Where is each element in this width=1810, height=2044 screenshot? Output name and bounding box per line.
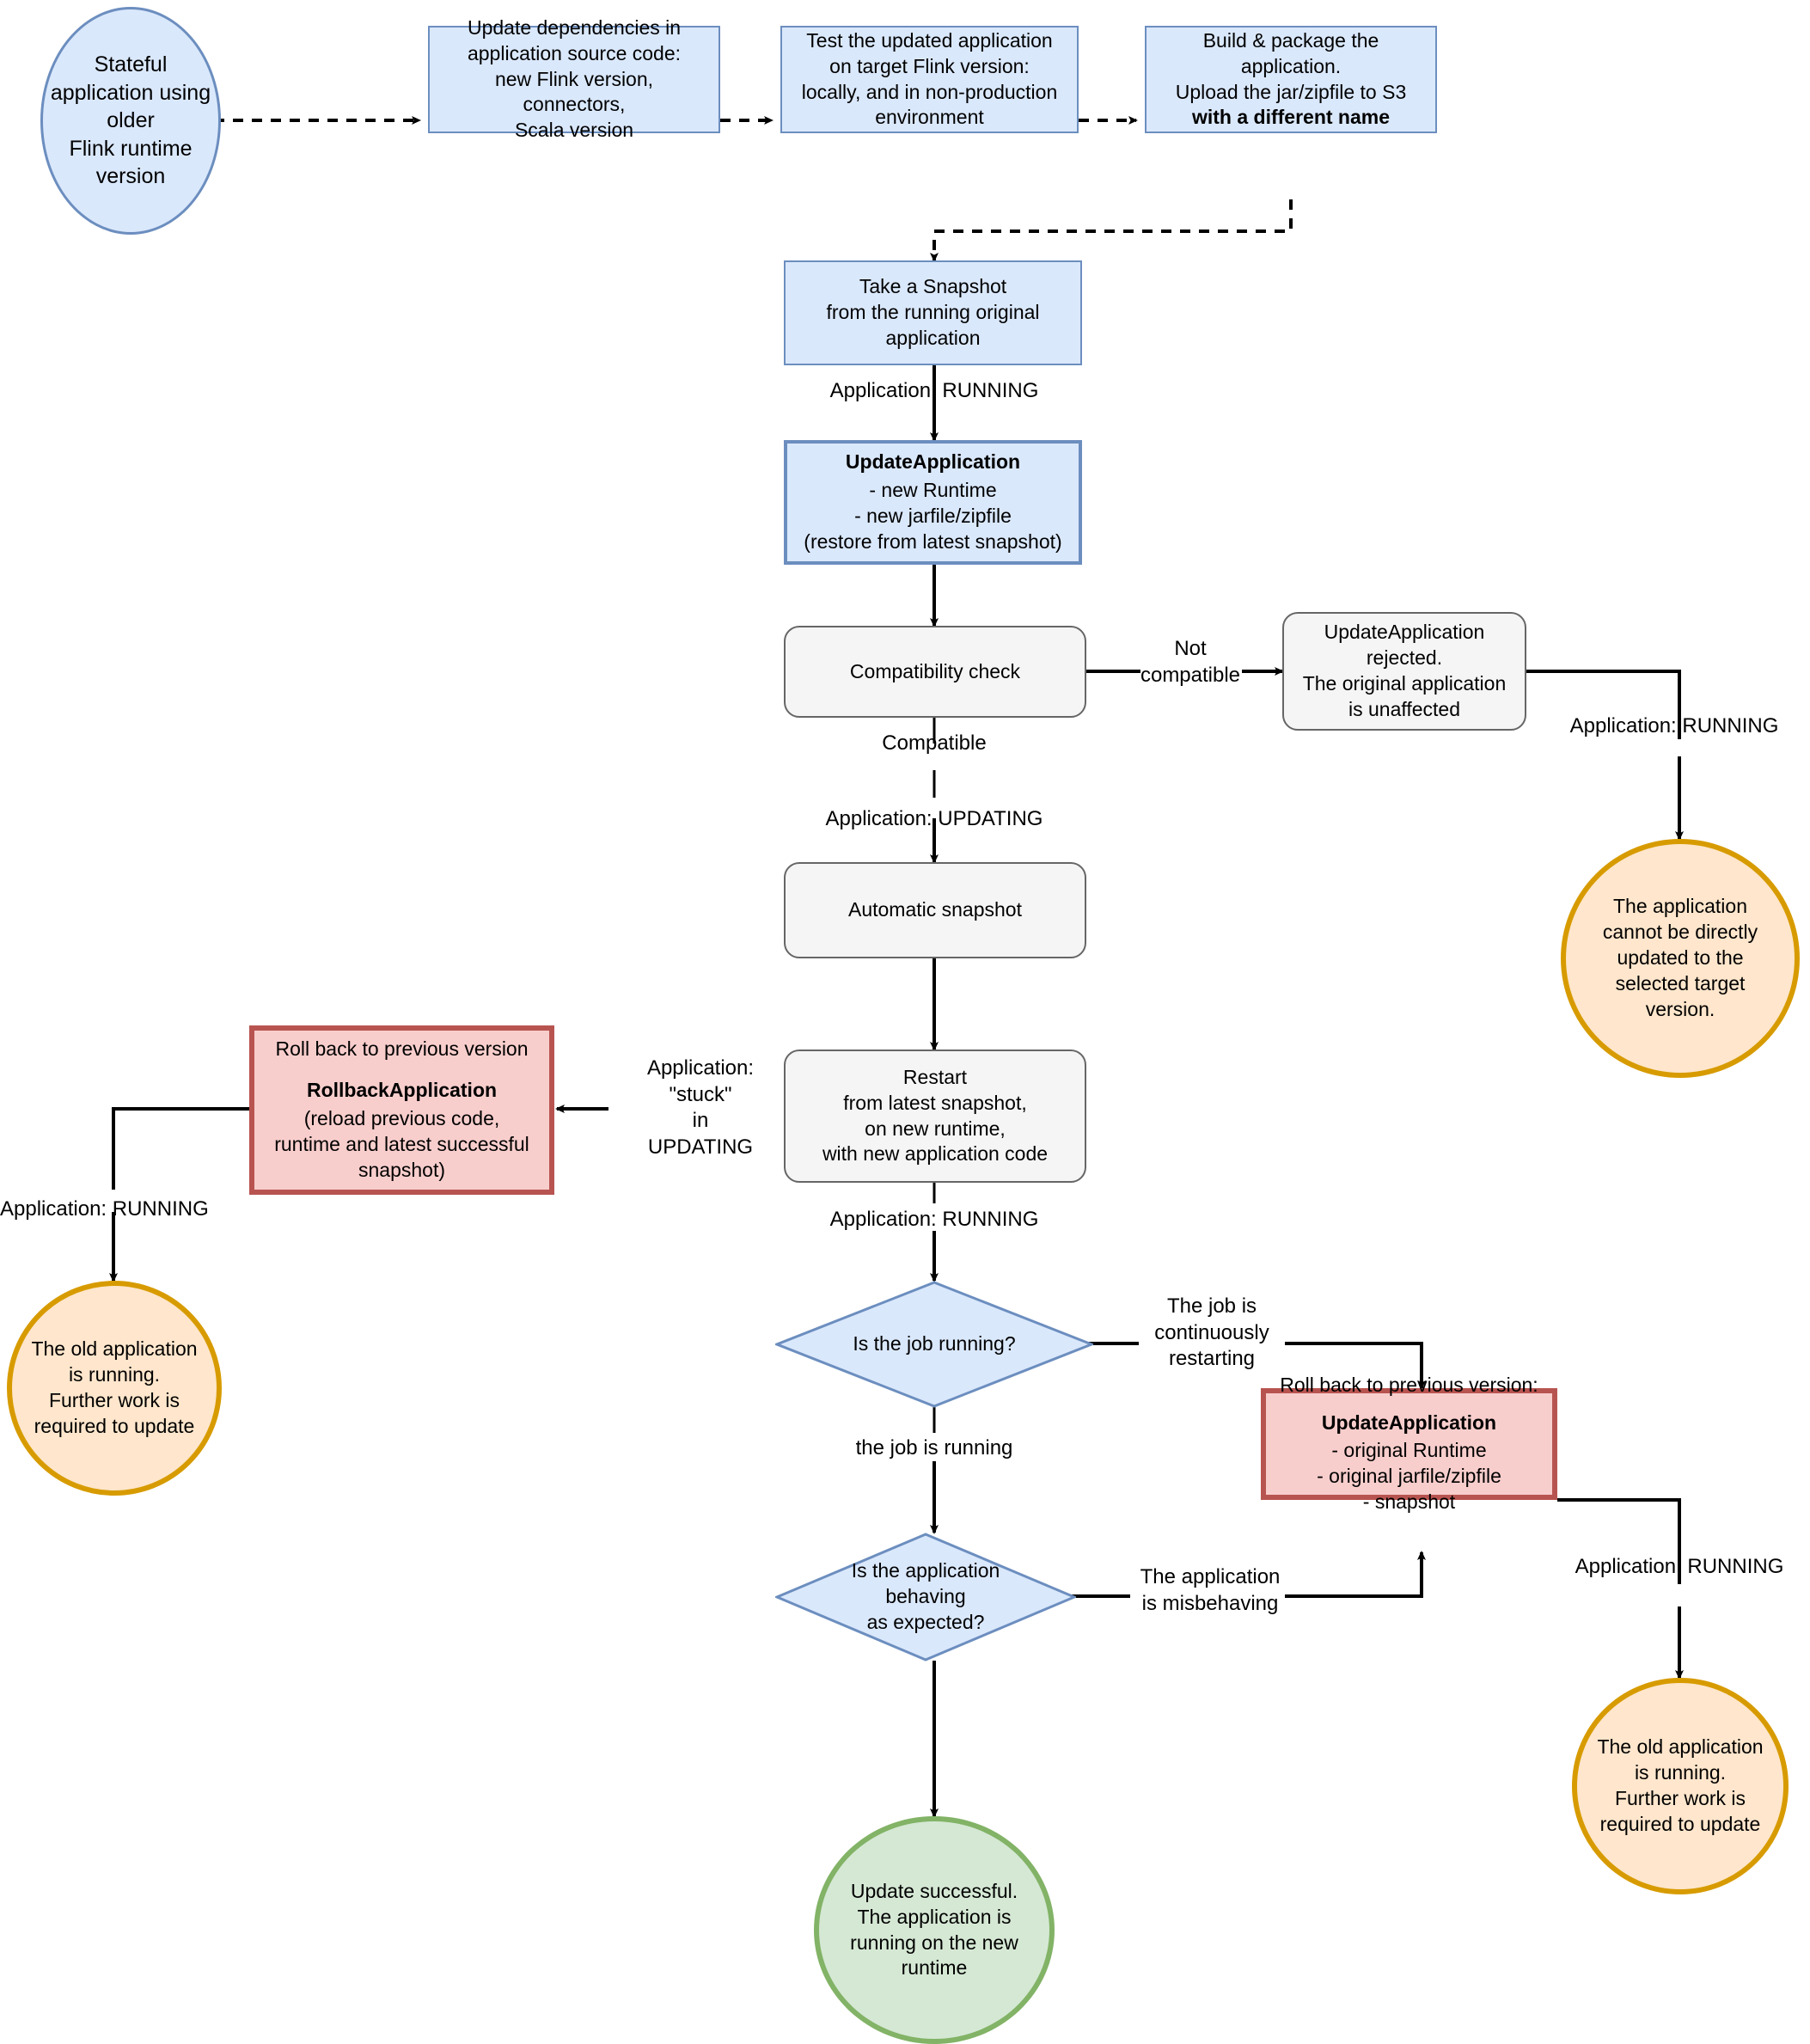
node-old-app-running-left-label: The old application is running. Further … <box>31 1337 198 1437</box>
node-test-updated-application[interactable]: Test the updated application on target F… <box>780 26 1079 133</box>
edge-label-app-misbehaving: The application is misbehaving <box>1140 1565 1281 1615</box>
node-cannot-update-outcome[interactable]: The application cannot be directly updat… <box>1561 839 1800 1078</box>
node-update-application-body: - new Runtime - new jarfile/zipfile (res… <box>804 479 1062 553</box>
node-take-snapshot-label: Take a Snapshot from the running origina… <box>826 275 1040 349</box>
edge-label-app-running-rollback-right: Application: RUNNING <box>1575 1555 1784 1578</box>
node-update-application[interactable]: UpdateApplication - new Runtime - new ja… <box>784 440 1082 565</box>
node-update-dependencies-label: Update dependencies in application sourc… <box>467 15 682 142</box>
edge-label-app-running-rejected: Application: RUNNING <box>1569 714 1779 737</box>
node-rollback-body: (reload previous code, runtime and lates… <box>274 1107 529 1181</box>
node-update-application-title: UpdateApplication <box>845 450 1021 474</box>
node-automatic-snapshot[interactable]: Automatic snapshot <box>784 862 1086 958</box>
node-update-rejected[interactable]: UpdateApplication rejected. The original… <box>1282 612 1526 731</box>
node-rollback-header: Roll back to previous version <box>275 1037 529 1061</box>
edge-label-app-updating: Application: UPDATING <box>825 807 1043 830</box>
node-old-app-running-right[interactable]: The old application is running. Further … <box>1572 1678 1789 1894</box>
node-restart-label: Restart from latest snapshot, on new run… <box>822 1065 1049 1166</box>
node-build-package-label: Build & package the application. Upload … <box>1175 28 1407 103</box>
node-is-job-running[interactable]: Is the job running? <box>775 1281 1093 1408</box>
node-take-snapshot[interactable]: Take a Snapshot from the running origina… <box>784 260 1082 365</box>
edge-build-to-take-snapshot <box>930 199 1293 262</box>
flowchart-canvas: Stateful application using older Flink r… <box>0 0 1810 2044</box>
edge-label-the-job-is-running: the job is running <box>855 1436 1013 1460</box>
node-rollback-right-title: UpdateApplication <box>1321 1411 1497 1435</box>
node-build-package-upload[interactable]: Build & package the application. Upload … <box>1145 26 1437 133</box>
node-rollback-right-body: - original Runtime - original jarfile/zi… <box>1317 1439 1501 1513</box>
node-start-stateful-application[interactable]: Stateful application using older Flink r… <box>40 7 221 235</box>
node-update-successful[interactable]: Update successful. The application is ru… <box>814 1816 1055 2044</box>
node-update-rejected-label: UpdateApplication rejected. The original… <box>1302 621 1507 720</box>
node-old-app-running-right-label: The old application is running. Further … <box>1597 1735 1764 1835</box>
edge-diamond2-to-rollback-right <box>1285 1551 1426 1598</box>
edge-rollback-left-down-1 <box>112 1107 249 1190</box>
node-update-dependencies[interactable]: Update dependencies in application sourc… <box>428 16 720 141</box>
edge-label-not-compatible: Not compatible <box>1140 637 1241 687</box>
node-test-updated-application-label: Test the updated application on target F… <box>801 28 1058 129</box>
node-is-app-behaving-label: Is the application behaving as expected? <box>851 1559 1000 1633</box>
node-build-package-emphasis: with a different name <box>1191 106 1391 129</box>
edge-label-compatible: Compatible <box>882 731 987 755</box>
node-rollback-update-application-right[interactable]: Roll back to previous version: UpdateApp… <box>1261 1374 1557 1513</box>
node-compatibility-check[interactable]: Compatibility check <box>784 626 1086 718</box>
node-restart[interactable]: Restart from latest snapshot, on new run… <box>784 1050 1086 1183</box>
node-rollback-application[interactable]: Roll back to previous version RollbackAp… <box>249 1025 554 1195</box>
edge-label-job-continuously-restarting: The job is continuously restarting <box>1154 1294 1269 1371</box>
node-rollback-title: RollbackApplication <box>306 1079 498 1102</box>
node-old-app-running-left[interactable]: The old application is running. Further … <box>7 1281 222 1496</box>
node-compatibility-check-label: Compatibility check <box>849 659 1021 682</box>
edge-label-app-running-after-restart: Application: RUNNING <box>829 1208 1039 1231</box>
node-is-app-behaving[interactable]: Is the application behaving as expected? <box>775 1533 1076 1662</box>
node-update-successful-label: Update successful. The application is ru… <box>850 1879 1018 1980</box>
node-start-label: Stateful application using older Flink r… <box>50 52 211 189</box>
edge-label-app-stuck-updating: Application: "stuck" in UPDATING <box>646 1056 755 1160</box>
node-cannot-update-label: The application cannot be directly updat… <box>1602 895 1758 1020</box>
edge-label-app-running-rollback-left: Application: RUNNING <box>0 1197 209 1221</box>
node-automatic-snapshot-label: Automatic snapshot <box>847 898 1022 921</box>
node-is-job-running-label: Is the job running? <box>853 1332 1016 1356</box>
edge-label-app-running-after-snapshot: Application: RUNNING <box>829 379 1039 402</box>
node-rollback-right-header: Roll back to previous version: <box>1280 1374 1538 1397</box>
